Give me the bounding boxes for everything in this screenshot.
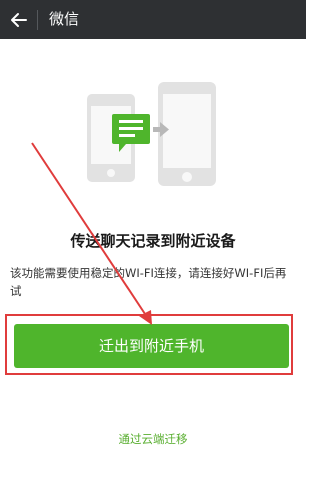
top-bar: 微信: [0, 0, 306, 39]
headline: 传送聊天记录到附近设备: [70, 232, 236, 250]
cloud-migration-link[interactable]: 通过云端迁移: [0, 430, 306, 448]
header-divider: [37, 10, 38, 30]
description: 该功能需要使用稳定的WI-FI连接，请连接好WI-FI后再试: [10, 266, 287, 298]
arrow-left-icon[interactable]: [10, 11, 28, 29]
phone-to-phone-transfer-icon: [87, 82, 216, 186]
page-title: 微信: [49, 10, 80, 28]
transfer-to-nearby-phone-button[interactable]: 迁出到附近手机: [14, 324, 289, 368]
